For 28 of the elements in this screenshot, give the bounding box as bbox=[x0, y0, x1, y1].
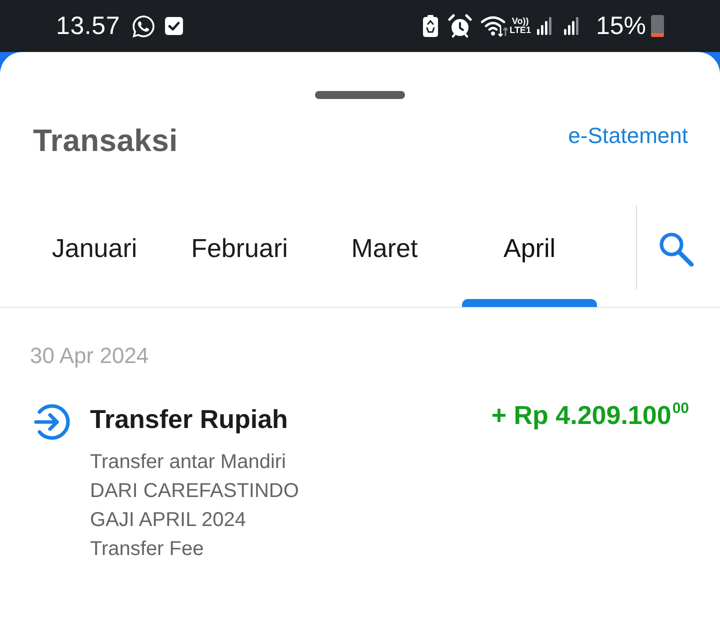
month-tab[interactable]: April bbox=[462, 205, 597, 307]
volte-label: Vo)) bbox=[512, 17, 529, 26]
transaction-amount: + Rp 4.209.100$^{00}$ bbox=[491, 399, 689, 432]
transaction-detail: GAJI APRIL 2024 bbox=[90, 508, 248, 533]
signal-icon bbox=[536, 17, 552, 35]
month-tab[interactable]: Februari bbox=[172, 205, 307, 307]
transaction-detail: Transfer antar Mandiri bbox=[90, 450, 287, 475]
search-icon bbox=[658, 231, 694, 267]
phone-bubble-icon bbox=[131, 14, 156, 38]
date-heading: 30 Apr 2024 bbox=[30, 343, 150, 369]
drag-handle[interactable] bbox=[315, 91, 405, 99]
signal-icon bbox=[564, 17, 579, 35]
transaction-detail: Transfer Fee bbox=[90, 537, 205, 562]
status-time: 13.57 bbox=[56, 11, 120, 41]
check-square-icon bbox=[165, 17, 184, 35]
alarm-clock-icon bbox=[448, 14, 472, 38]
month-tab[interactable]: Januari bbox=[27, 205, 162, 307]
month-tab[interactable]: Maret bbox=[317, 205, 452, 307]
e-statement-link[interactable]: e-Statement bbox=[568, 123, 688, 149]
transaction-detail: DARI CAREFASTINDO bbox=[90, 479, 300, 504]
network-label: LTE1 bbox=[510, 26, 531, 35]
battery-icon bbox=[651, 15, 664, 37]
wifi-icon bbox=[480, 15, 509, 37]
battery-percentage: 15% bbox=[596, 11, 646, 41]
sheet-title: Transaksi bbox=[33, 123, 178, 159]
arrow-into-circle-icon bbox=[33, 403, 71, 441]
transaction-title: Transfer Rupiah bbox=[90, 403, 288, 435]
battery-recycle-icon bbox=[422, 15, 438, 37]
